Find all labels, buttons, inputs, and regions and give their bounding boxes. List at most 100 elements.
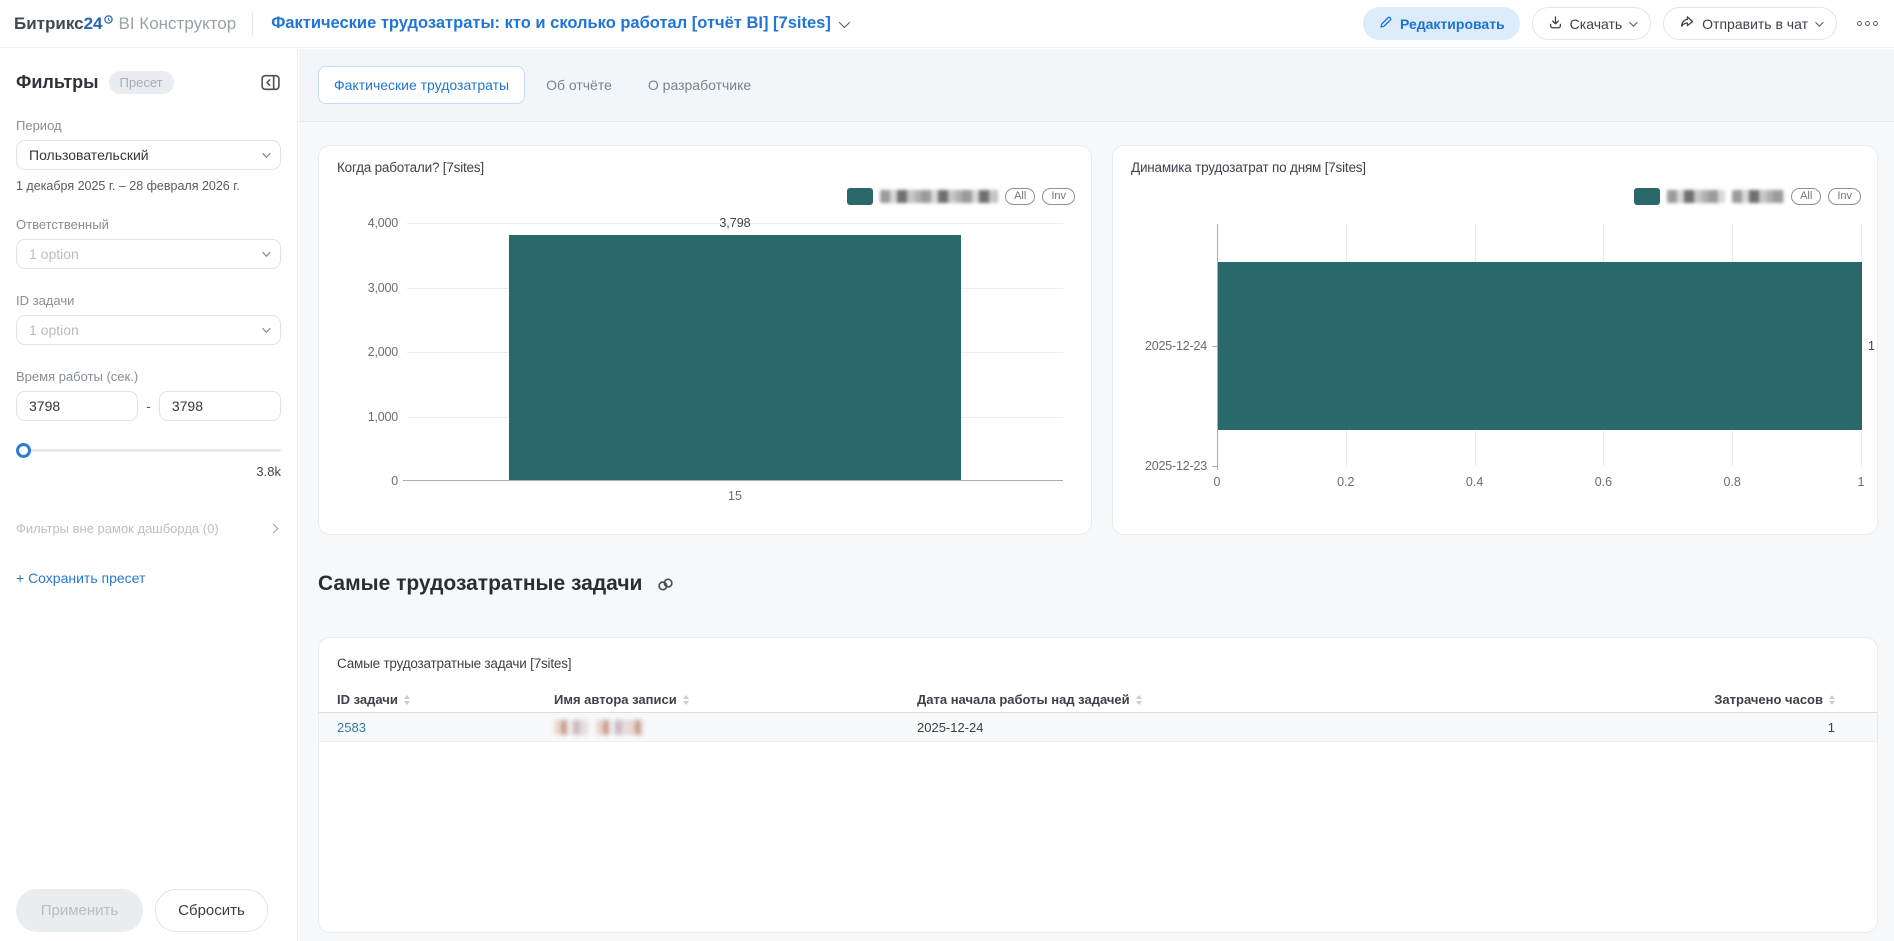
range-dash: - bbox=[146, 398, 151, 414]
chevron-down-icon bbox=[1629, 17, 1638, 27]
cell-start-date: 2025-12-24 bbox=[917, 719, 984, 735]
download-button[interactable]: Скачать bbox=[1531, 7, 1652, 40]
filters-header: Фильтры Пресет bbox=[16, 71, 281, 94]
chart-title: Когда работали? [7sites] bbox=[337, 160, 484, 175]
header-actions: Редактировать Скачать Отправить в чат bbox=[1362, 7, 1894, 40]
save-preset-link[interactable]: + Сохранить пресет bbox=[16, 570, 281, 586]
period-select[interactable]: Пользовательский bbox=[16, 140, 281, 170]
tasks-table-card: Самые трудозатратные задачи [7sites] ID … bbox=[318, 637, 1878, 933]
table-title: Самые трудозатратные задачи [7sites] bbox=[337, 656, 572, 671]
clock-icon bbox=[103, 9, 113, 29]
reset-button[interactable]: Сбросить bbox=[155, 889, 268, 932]
when-worked-bar[interactable]: 3,798 bbox=[508, 216, 962, 480]
send-to-chat-button[interactable]: Отправить в чат bbox=[1663, 7, 1837, 40]
column-header-task-id[interactable]: ID задачи bbox=[337, 692, 554, 707]
sort-icon bbox=[682, 694, 689, 705]
legend-inv-button[interactable]: Inv bbox=[1828, 188, 1861, 205]
chevron-down-icon bbox=[1815, 17, 1824, 27]
column-header-start-date[interactable]: Дата начала работы над задачей bbox=[917, 692, 1675, 707]
sort-icon bbox=[1829, 694, 1835, 705]
chart-legend: All Inv bbox=[847, 188, 1075, 205]
x-tick-label: 0.8 bbox=[1723, 475, 1741, 489]
cell-author-redacted bbox=[554, 719, 917, 735]
apply-button[interactable]: Применить bbox=[16, 889, 143, 932]
legend-all-button[interactable]: All bbox=[1791, 188, 1822, 205]
bar-value-label: 3,798 bbox=[719, 216, 751, 231]
slider-handle[interactable] bbox=[16, 443, 31, 458]
bitrix24-logo: Битрикс 24 BI Конструктор bbox=[14, 14, 236, 34]
send-icon bbox=[1679, 14, 1695, 33]
chart-title: Динамика трудозатрат по дням [7sites] bbox=[1131, 160, 1366, 175]
logo-text-24: 24 bbox=[83, 13, 103, 33]
column-header-hours[interactable]: Затрачено часов bbox=[1675, 692, 1835, 707]
x-tick-label: 0.6 bbox=[1594, 475, 1613, 489]
logo-text-suffix: BI Конструктор bbox=[118, 13, 237, 33]
cell-task-id: 2583 bbox=[337, 720, 554, 735]
more-menu-button[interactable] bbox=[1857, 21, 1878, 26]
edit-button[interactable]: Редактировать bbox=[1362, 7, 1520, 40]
x-tick-label: 1 bbox=[1857, 475, 1865, 489]
report-title: Фактические трудозатраты: кто и сколько … bbox=[271, 14, 831, 32]
y-tick-label: 3,000 bbox=[367, 280, 398, 295]
task-id-select[interactable]: 1 option bbox=[16, 315, 281, 345]
chevron-down-icon bbox=[838, 16, 850, 28]
cell-hours: 1 bbox=[1827, 719, 1835, 735]
dashboard-content: Когда работали? [7sites] All Inv 4,000 3… bbox=[299, 122, 1894, 940]
x-tick-label: 15 bbox=[728, 489, 742, 503]
tab-about-report[interactable]: Об отчёте bbox=[531, 67, 627, 103]
bar-value-label: 1 bbox=[1868, 338, 1875, 353]
filters-title: Фильтры bbox=[16, 72, 99, 92]
bi-constructor-page: Битрикс 24 BI Конструктор Фактические тру… bbox=[0, 0, 1894, 941]
legend-label-redacted bbox=[1667, 190, 1726, 203]
chevron-down-icon bbox=[262, 149, 271, 158]
legend-all-button[interactable]: All bbox=[1005, 188, 1036, 205]
work-time-to-input[interactable] bbox=[158, 391, 282, 421]
work-time-label: Время работы (сек.) bbox=[16, 369, 139, 384]
tasks-section-header: Самые трудозатратные задачи bbox=[318, 572, 676, 596]
y-tick-label: 1,000 bbox=[367, 409, 398, 424]
pencil-icon bbox=[1378, 15, 1393, 33]
period-label: Период bbox=[16, 118, 62, 133]
chevron-right-icon bbox=[268, 523, 279, 534]
sort-icon bbox=[403, 694, 410, 705]
dynamics-bar[interactable]: 1 bbox=[1218, 261, 1875, 430]
y-tick-label: 0 bbox=[391, 474, 398, 488]
main-area: Фактические трудозатраты Об отчёте О раз… bbox=[299, 49, 1894, 941]
task-id-link[interactable]: 2583 bbox=[337, 720, 366, 735]
tab-about-developer[interactable]: О разработчике bbox=[633, 67, 766, 103]
work-time-slider[interactable] bbox=[16, 443, 281, 458]
legend-label-redacted bbox=[880, 190, 999, 203]
period-range-note: 1 декабря 2025 г. – 28 февраля 2026 г. bbox=[16, 179, 240, 193]
category-label: 2025-12-24 bbox=[1145, 338, 1207, 353]
tab-actual-labor[interactable]: Фактические трудозатраты bbox=[318, 66, 526, 104]
dynamics-chart-card: Динамика трудозатрат по дням [7sites] Al… bbox=[1112, 145, 1878, 535]
slider-track[interactable] bbox=[16, 449, 281, 452]
legend-inv-button[interactable]: Inv bbox=[1042, 188, 1075, 205]
x-axis-line bbox=[403, 480, 1063, 481]
column-header-author[interactable]: Имя автора записи bbox=[554, 692, 917, 707]
chevron-down-icon bbox=[262, 248, 271, 257]
report-title-dropdown[interactable]: Фактические трудозатраты: кто и сколько … bbox=[271, 14, 850, 33]
responsible-label: Ответственный bbox=[16, 217, 109, 232]
work-time-from-input[interactable] bbox=[16, 391, 139, 421]
chevron-down-icon bbox=[262, 324, 271, 333]
outer-filters-row[interactable]: Фильтры вне рамок дашборда (0) bbox=[16, 521, 281, 536]
chart-legend: All Inv bbox=[1634, 188, 1861, 205]
logo-text-primary: Битрикс bbox=[14, 13, 84, 33]
download-icon bbox=[1548, 15, 1563, 33]
x-tick-label: 0.2 bbox=[1337, 475, 1355, 489]
task-id-label: ID задачи bbox=[16, 293, 75, 308]
top-header: Битрикс 24 BI Конструктор Фактические тру… bbox=[0, 0, 1894, 48]
slider-max-label: 3.8k bbox=[256, 464, 281, 479]
legend-swatch bbox=[847, 188, 874, 205]
category-label: 2025-12-23 bbox=[1145, 459, 1207, 473]
filters-sidebar: Фильтры Пресет Период Пользовательский 1… bbox=[0, 49, 298, 941]
link-icon[interactable] bbox=[655, 574, 676, 595]
collapse-sidebar-button[interactable] bbox=[260, 72, 281, 93]
bar-chart-plot: 4,000 3,000 2,000 1,000 0 3,798 15 bbox=[368, 216, 1063, 503]
responsible-select[interactable]: 1 option bbox=[16, 239, 281, 269]
table-header-row: ID задачи Имя автора записи Дата начала … bbox=[319, 687, 1877, 713]
table-row: 2583 2025-12-24 1 bbox=[319, 713, 1877, 742]
legend-label-redacted bbox=[1732, 190, 1785, 203]
tab-strip: Фактические трудозатраты Об отчёте О раз… bbox=[299, 49, 1894, 122]
